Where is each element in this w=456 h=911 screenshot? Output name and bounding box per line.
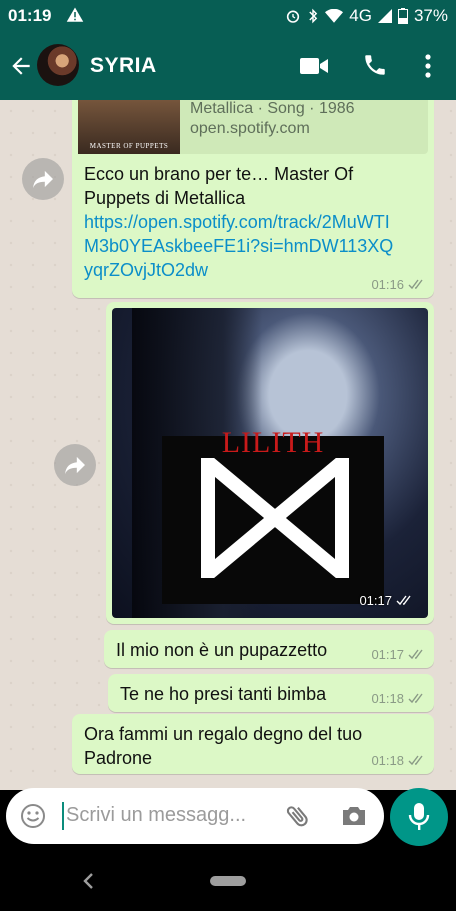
nav-home-pill[interactable] [210,876,246,886]
system-nav-bar [0,850,456,911]
message-time: 01:16 [371,277,404,292]
message-text: Ecco un brano per te… Master Of Puppets … [84,164,354,208]
nav-back-icon[interactable] [82,872,94,890]
status-bar: 01:19 4G 37% [0,0,456,32]
logo-text: LILITH [221,426,325,459]
back-arrow-icon[interactable] [8,53,34,79]
message-meta: 01:16 [371,277,426,292]
video-call-icon[interactable] [300,56,328,76]
network-type: 4G [349,6,372,25]
wifi-icon [325,9,344,23]
message-5[interactable]: Ora fammi un regalo degno del tuo Padron… [72,714,434,774]
battery-icon [397,8,408,24]
message-time: 01:18 [371,691,404,706]
album-cover: MASTER OF PUPPETS [78,100,180,154]
message-spotify[interactable]: MASTER OF PUPPETS Metallica · Song · 198… [72,100,434,298]
message-time: 01:17 [359,593,392,608]
warning-icon [66,7,84,22]
chat-area[interactable]: MASTER OF PUPPETS Metallica · Song · 198… [0,100,456,790]
message-composer[interactable]: Scrivi un messagg... [6,788,384,844]
phone-icon[interactable] [362,52,388,78]
forward-button[interactable] [22,158,64,200]
contact-avatar[interactable] [37,44,79,86]
signal-icon [377,9,392,23]
message-time: 01:17 [371,647,404,662]
message-text: Il mio non è un pupazzetto [116,640,328,660]
shared-photo[interactable]: LILITH 01:17 [112,308,428,618]
double-check-icon [408,755,423,766]
preview-domain: open.spotify.com [190,120,310,137]
double-check-icon [408,649,423,660]
image-meta: 01:17 [359,593,414,608]
message-image[interactable]: LILITH 01:17 [106,302,434,624]
camera-icon[interactable] [340,803,368,829]
message-4[interactable]: Te ne ho presi tanti bimba 01:18 [108,674,434,712]
preview-title: Metallica · Song · 1986 [190,100,355,117]
double-check-icon [408,693,423,704]
double-check-icon [408,279,423,290]
forward-icon [65,456,85,475]
message-time: 01:18 [371,753,404,768]
message-meta: 01:18 [371,691,426,706]
message-input[interactable]: Scrivi un messagg... [66,804,246,827]
text-cursor [62,802,64,830]
message-text: Te ne ho presi tanti bimba [120,684,327,704]
emoji-icon[interactable] [20,803,46,829]
status-time: 01:19 [8,6,52,25]
forward-button-image[interactable] [54,444,96,486]
double-check-icon [396,595,411,606]
message-meta: 01:17 [371,647,426,662]
mic-icon [408,803,430,830]
chat-header: SYRIA [0,32,456,100]
battery-level: 37% [413,6,448,25]
more-options-icon[interactable] [420,52,436,80]
bluetooth-icon [309,8,318,24]
album-cover-text: MASTER OF PUPPETS [89,142,169,150]
contact-name[interactable]: SYRIA [90,54,157,78]
status-icons: 4G 37% [285,6,448,26]
message-link[interactable]: https://open.spotify.com/track/2MuWTIM3b… [84,210,394,282]
message-3[interactable]: Il mio non è un pupazzetto 01:17 [104,630,434,668]
message-text: Ora fammi un regalo degno del tuo Padron… [84,724,363,768]
attach-icon[interactable] [284,802,312,830]
link-preview[interactable]: MASTER OF PUPPETS Metallica · Song · 198… [78,100,428,154]
message-meta: 01:18 [371,753,426,768]
alarm-icon [287,10,300,23]
mic-button[interactable] [390,788,448,846]
forward-icon [33,170,53,189]
bowtie-logo-icon [201,458,349,578]
